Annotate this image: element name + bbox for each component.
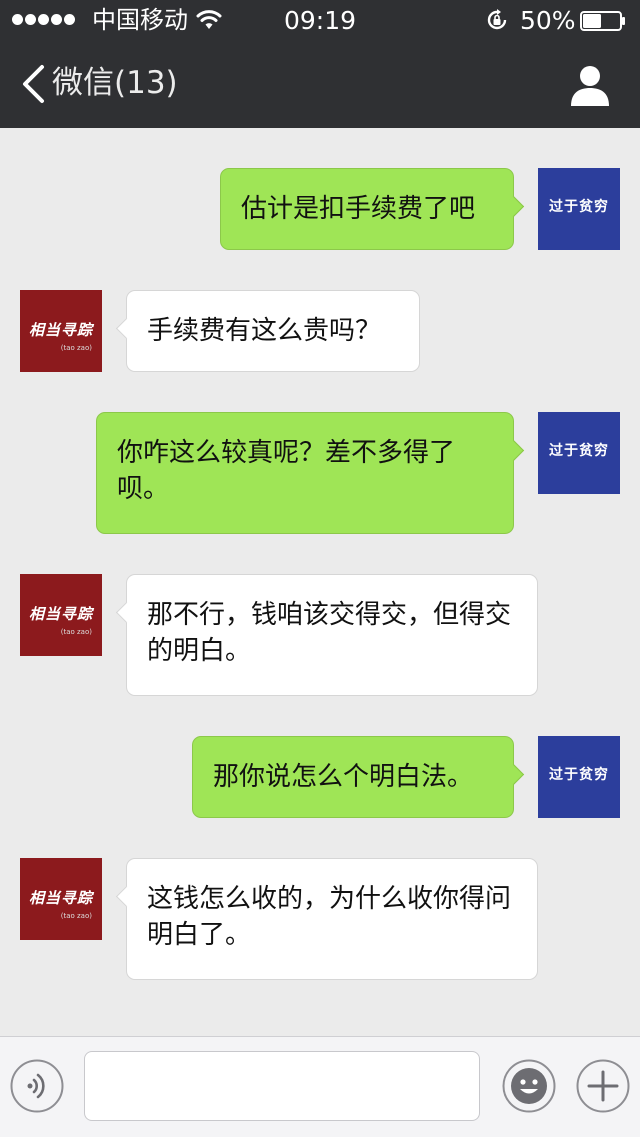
my-avatar[interactable]: 过于贫穷 xyxy=(538,412,620,494)
person-icon[interactable] xyxy=(566,62,614,110)
emoji-icon[interactable] xyxy=(502,1059,556,1113)
back-button-label: 微信(13) xyxy=(52,65,178,101)
contact-avatar[interactable]: 相当寻踪 (tao zao) xyxy=(20,290,102,372)
back-button[interactable]: 微信(13) xyxy=(14,60,214,108)
nav-bar: 微信(13) xyxy=(0,40,640,128)
message-text: 这钱怎么收的，为什么收你得问明白了。 xyxy=(147,884,512,950)
contact-avatar[interactable]: 相当寻踪 (tao zao) xyxy=(20,574,102,656)
chevron-left-icon xyxy=(23,65,44,103)
avatar-label: 过于贫穷 xyxy=(549,443,609,459)
message-bubble-received[interactable]: 那不行，钱咱该交得交，但得交的明白。 xyxy=(115,574,538,696)
rotation-lock-icon xyxy=(487,9,507,30)
avatar-label: 过于贫穷 xyxy=(549,199,609,215)
message-text: 手续费有这么贵吗？ xyxy=(147,316,382,346)
battery-percentage: 50% xyxy=(520,6,576,35)
avatar-label: 相当寻踪 xyxy=(28,889,93,907)
message-text: 估计是扣手续费了吧 xyxy=(241,194,476,224)
avatar-label: 过于贫穷 xyxy=(549,767,609,783)
avatar-sublabel: (tao zao) xyxy=(60,912,92,920)
avatar-label: 相当寻踪 xyxy=(28,605,93,623)
plus-icon[interactable] xyxy=(576,1059,630,1113)
avatar-sublabel: (tao zao) xyxy=(60,628,92,636)
message-text: 那不行，钱咱该交得交，但得交的明白。 xyxy=(147,600,512,666)
avatar-sublabel: (tao zao) xyxy=(60,344,92,352)
message-text: 你咋这么较真呢？差不多得了呗。 xyxy=(117,438,456,504)
message-text: 那你说怎么个明白法。 xyxy=(213,762,474,792)
avatar-label: 相当寻踪 xyxy=(28,321,93,339)
input-bar xyxy=(0,1036,640,1137)
my-avatar[interactable]: 过于贫穷 xyxy=(538,168,620,250)
message-bubble-sent[interactable]: 你咋这么较真呢？差不多得了呗。 xyxy=(96,412,525,534)
contact-avatar[interactable]: 相当寻踪 (tao zao) xyxy=(20,858,102,940)
battery-icon xyxy=(580,11,625,31)
message-input[interactable] xyxy=(84,1051,480,1121)
message-bubble-sent[interactable]: 估计是扣手续费了吧 xyxy=(220,168,525,250)
message-bubble-received[interactable]: 手续费有这么贵吗？ xyxy=(115,290,420,372)
voice-icon[interactable] xyxy=(10,1059,64,1113)
status-bar: 中国移动 09:19 50% xyxy=(0,0,640,40)
message-bubble-sent[interactable]: 那你说怎么个明白法。 xyxy=(192,736,525,818)
chat-area[interactable]: 过于贫穷 估计是扣手续费了吧 相当寻踪 (tao zao) 手续费有这么贵吗？ … xyxy=(0,128,640,1036)
my-avatar[interactable]: 过于贫穷 xyxy=(538,736,620,818)
message-bubble-received[interactable]: 这钱怎么收的，为什么收你得问明白了。 xyxy=(115,858,538,980)
